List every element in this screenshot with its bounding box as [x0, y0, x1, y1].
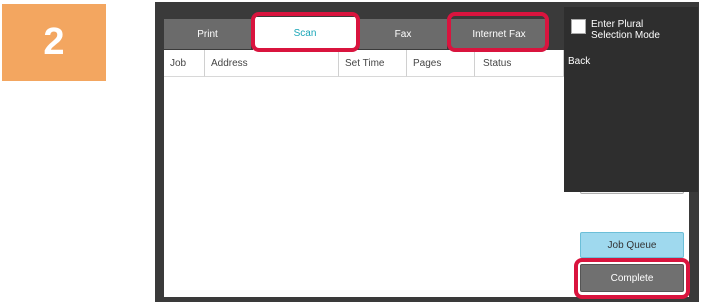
column-header-job[interactable]: Job	[164, 50, 205, 77]
column-set-time-label: Set Time	[345, 57, 385, 69]
plural-selection-label[interactable]: Enter Plural Selection Mode	[591, 19, 660, 41]
tab-print-label: Print	[197, 28, 218, 40]
column-status-label: Status	[483, 57, 512, 69]
column-address-label: Address	[211, 57, 248, 69]
device-screen: Print Scan Fax Internet Fax Job Address …	[155, 2, 699, 302]
tab-scan[interactable]: Scan	[253, 17, 357, 50]
complete-label: Complete	[610, 272, 654, 284]
column-header-pages[interactable]: Pages	[407, 50, 475, 77]
complete-button[interactable]: Complete	[580, 264, 684, 292]
plural-selection-line2: Selection Mode	[591, 30, 660, 41]
column-job-label: Job	[170, 57, 187, 69]
column-header-status[interactable]: Status	[475, 50, 564, 77]
tab-internet-fax[interactable]: Internet Fax	[451, 19, 547, 49]
plural-selection-line1: Enter Plural	[591, 19, 644, 30]
step-number: 2	[43, 21, 65, 63]
job-queue-button[interactable]: Job Queue	[580, 232, 684, 258]
tab-internet-fax-label: Internet Fax	[472, 28, 526, 40]
tab-fax-label: Fax	[394, 28, 412, 40]
column-pages-label: Pages	[413, 57, 442, 69]
column-header-set-time[interactable]: Set Time	[339, 50, 407, 77]
tab-fax[interactable]: Fax	[359, 19, 447, 49]
column-header-address[interactable]: Address	[205, 50, 339, 77]
job-queue-label: Job Queue	[607, 239, 657, 251]
step-number-badge: 2	[2, 4, 106, 81]
back-menu-item[interactable]: Back	[568, 56, 590, 67]
tab-scan-label: Scan	[293, 28, 317, 39]
action-menu-panel: Enter Plural Selection Mode Back	[564, 7, 698, 192]
back-label: Back	[568, 56, 591, 67]
plural-selection-checkbox[interactable]	[571, 19, 586, 34]
tab-print[interactable]: Print	[164, 19, 251, 49]
